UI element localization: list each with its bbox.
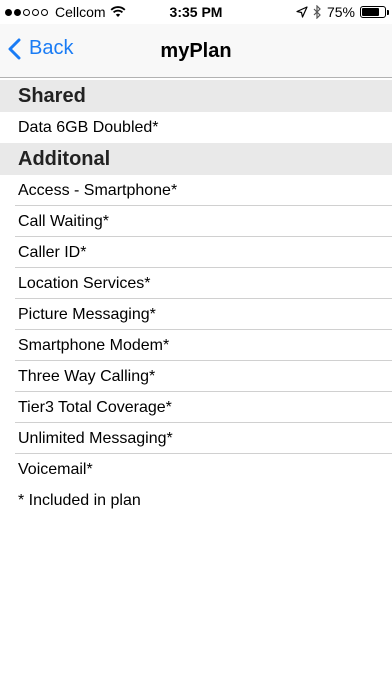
signal-dot — [5, 8, 12, 16]
battery-nub — [387, 10, 389, 15]
list-item: Access - Smartphone* — [0, 175, 392, 206]
navigation-bar: Back myPlan — [0, 24, 392, 78]
list-item: Smartphone Modem* — [0, 330, 392, 361]
signal-strength-icon — [5, 8, 48, 16]
back-label: Back — [29, 37, 74, 59]
list-item: Call Waiting* — [0, 206, 392, 237]
wifi-icon — [110, 6, 126, 17]
section-header-shared: Shared — [0, 80, 392, 112]
battery-fill — [362, 8, 379, 16]
signal-dot — [32, 8, 39, 16]
status-bar: Cellcom 3:35 PM 75% — [0, 0, 392, 24]
list-item: Picture Messaging* — [0, 299, 392, 330]
list-item: Tier3 Total Coverage* — [0, 392, 392, 423]
plan-list: Shared Data 6GB Doubled* Additonal Acces… — [0, 80, 392, 516]
list-item: Three Way Calling* — [0, 361, 392, 392]
list-item: Data 6GB Doubled* — [18, 119, 159, 136]
list-item: Caller ID* — [0, 237, 392, 268]
location-arrow-icon — [296, 6, 308, 18]
battery-percent: 75% — [326, 4, 355, 20]
footnote: * Included in plan — [18, 492, 141, 509]
signal-dot — [41, 8, 48, 16]
section-header-additional: Additonal — [0, 143, 392, 175]
status-right: 75% — [296, 4, 389, 20]
carrier-name: Cellcom — [55, 4, 106, 20]
bluetooth-icon — [313, 5, 321, 19]
list-item: Voicemail* — [18, 461, 93, 478]
list-item: Unlimited Messaging* — [0, 423, 392, 454]
battery-icon — [360, 6, 389, 18]
status-left: Cellcom — [5, 4, 126, 20]
signal-dot — [23, 8, 30, 16]
list-item: Location Services* — [0, 268, 392, 299]
back-button[interactable]: Back — [8, 37, 73, 60]
signal-dot — [14, 8, 21, 16]
chevron-left-icon — [8, 38, 21, 59]
